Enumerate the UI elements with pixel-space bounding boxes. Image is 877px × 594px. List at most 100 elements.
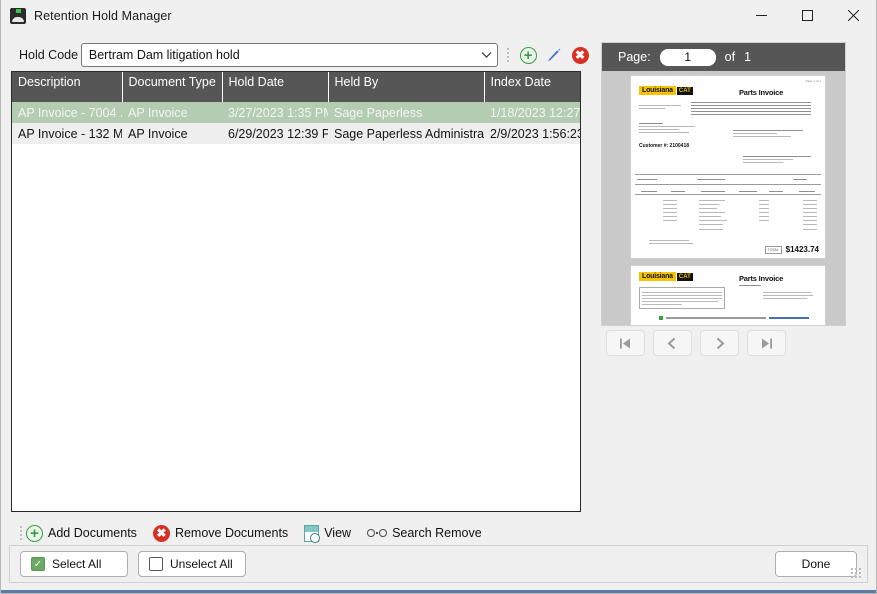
preview-customer-number: Customer #: 2100418 [639,143,690,149]
preview-total-label: TOTAL [764,245,782,254]
cell-document-type: AP Invoice [122,123,222,144]
hold-code-label: Hold Code [19,48,79,62]
document-search-icon [304,524,321,543]
cell-index-date: 2/9/2023 1:56:23 ... [484,123,580,144]
view-label: View [324,526,352,540]
last-page-button[interactable] [747,330,786,356]
chevron-down-icon[interactable] [475,44,497,66]
page-total: 1 [744,50,752,64]
brand-mark-2: CAT [676,272,693,281]
column-header-hold-date[interactable]: Hold Date [221,72,328,102]
green-square-icon [659,315,663,320]
glasses-icon [367,528,388,539]
documents-toolbar: + Add Documents ✖ Remove Documents View … [11,521,581,545]
next-page-icon [716,337,725,349]
documents-grid[interactable]: Description Document Type Hold Date Held… [11,71,581,512]
brand-mark: CAT [676,86,693,95]
preview-page-1: Page 1 of 1 Louisiana CAT Parts Invoice [630,75,826,259]
checked-checkbox-icon: ✓ [31,557,45,571]
remove-documents-button[interactable]: ✖ Remove Documents [152,524,289,542]
cell-index-date: 1/18/2023 12:27:2... [484,102,580,123]
delete-circle-icon: ✖ [571,46,589,64]
resize-grip[interactable] [851,568,863,580]
app-icon [10,7,26,24]
of-label: of [724,50,736,64]
preview-address-2 [763,290,815,301]
add-hold-code-button[interactable]: + [517,44,539,66]
previous-page-icon [667,337,676,349]
column-header-description[interactable]: Description [12,72,122,102]
cell-hold-date: 6/29/2023 12:39 PM [222,123,328,144]
first-page-button[interactable] [606,330,645,356]
delete-hold-code-button[interactable]: ✖ [569,44,591,66]
brand-name-2: Louisiana [639,272,676,281]
footer-bar: ✓ Select All Unselect All Done [9,545,868,583]
select-all-label: Select All [52,557,102,571]
done-label: Done [801,557,831,571]
edit-hold-code-button[interactable] [543,44,565,66]
maximize-button[interactable] [784,0,830,31]
table-row[interactable]: AP Invoice - 132 M... AP Invoice 6/29/20… [12,123,580,144]
preview-doc-title: Parts Invoice [739,88,784,97]
hold-code-combobox[interactable]: Bertram Dam litigation hold [80,43,499,67]
toolbar-grip [504,44,511,66]
preview-remit [733,128,813,139]
page-number-input[interactable]: 1 [659,48,716,66]
add-documents-button[interactable]: + Add Documents [26,524,137,542]
next-page-button[interactable] [700,330,739,356]
view-button[interactable]: View [304,524,352,543]
previous-page-button[interactable] [653,330,692,356]
title-bar: Retention Hold Manager [1,0,876,31]
cell-description: AP Invoice - 7004 ... [12,102,122,123]
page-navigation [606,330,786,357]
add-documents-label: Add Documents [48,526,137,540]
preview-footer-note [649,238,699,246]
preview-lineitem-header [635,188,821,195]
column-header-index-date[interactable]: Index Date [483,72,580,102]
plus-circle-icon: + [519,46,537,64]
preview-billto [639,121,703,135]
preview-total-amount: $1423.74 [785,245,819,254]
last-page-icon [762,338,772,348]
remove-documents-label: Remove Documents [174,526,289,540]
toolbar-grip-2 [17,522,24,544]
cell-held-by: Sage Paperless Administrator [328,123,484,144]
preview-total-row: TOTAL $1423.74 [764,245,819,254]
preview-sender-address [639,103,683,111]
preview-link-row [659,315,809,321]
table-row[interactable]: AP Invoice - 7004 ... AP Invoice 3/27/20… [12,102,580,123]
preview-header: Page: 1 of 1 [602,43,845,71]
first-page-icon [620,338,630,348]
unselect-all-label: Unselect All [170,557,233,571]
preview-viewport[interactable]: Page 1 of 1 Louisiana CAT Parts Invoice [602,71,845,325]
preview-page-2: Louisiana CAT Parts Invoice [630,265,826,325]
column-header-document-type[interactable]: Document Type [121,72,222,102]
brand-logo-2: Louisiana CAT [639,272,693,281]
cell-held-by: Sage Paperless [328,102,484,123]
preview-lineitems [639,198,819,232]
document-preview-panel: Page: 1 of 1 Page 1 of 1 Louisiana CAT P… [601,42,846,326]
pencil-icon [548,48,561,61]
grid-header-row: Description Document Type Hold Date Held… [12,72,580,102]
page-label: Page: [618,50,651,64]
preview-contact [743,154,815,165]
retention-hold-manager-window: Retention Hold Manager Hold Code Bertram… [0,0,877,594]
preview-shipto-2 [739,283,789,288]
bottom-accent-bar [1,590,876,593]
window-title: Retention Hold Manager [34,8,172,23]
search-remove-label: Search Remove [392,526,482,540]
preview-invoice-fields [691,100,821,117]
delete-circle-icon: ✖ [152,524,170,542]
minimize-button[interactable] [738,0,784,31]
plus-circle-icon: + [26,524,43,542]
close-button[interactable] [830,0,876,31]
search-remove-button[interactable]: Search Remove [367,526,482,540]
cell-hold-date: 3/27/2023 1:35 PM [222,102,328,123]
brand-name: Louisiana [639,86,676,95]
unselect-all-button[interactable]: Unselect All [138,551,246,577]
cell-description: AP Invoice - 132 M... [12,123,122,144]
select-all-button[interactable]: ✓ Select All [20,551,128,577]
column-header-held-by[interactable]: Held By [327,72,484,102]
done-button[interactable]: Done [775,551,857,577]
preview-terms-box [639,287,725,309]
